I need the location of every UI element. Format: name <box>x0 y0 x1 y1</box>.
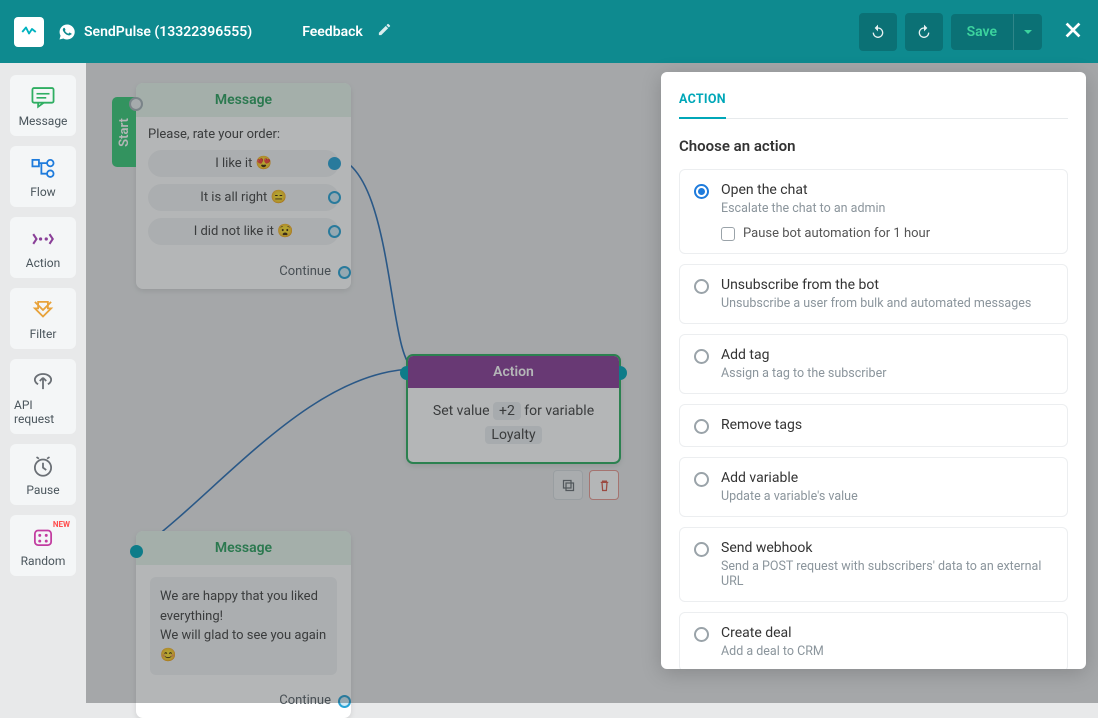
new-badge: NEW <box>53 520 70 529</box>
option-title: Unsubscribe from the bot <box>721 277 1053 293</box>
undo-button[interactable] <box>859 13 897 51</box>
message-option[interactable]: I like it 😍 <box>148 150 339 177</box>
action-option[interactable]: Send webhook Send a POST request with sub… <box>679 527 1068 602</box>
tool-label: Random <box>21 554 66 568</box>
input-port[interactable] <box>129 97 143 111</box>
redo-button[interactable] <box>905 13 943 51</box>
radio-icon[interactable] <box>694 279 709 294</box>
node-tools <box>553 470 619 500</box>
variable-chip: Loyalty <box>485 426 541 444</box>
message-node-2[interactable]: Message We are happy that you liked ever… <box>136 531 351 718</box>
checkbox-label: Pause bot automation for 1 hour <box>743 226 930 241</box>
account-name: SendPulse (13322396555) <box>84 24 252 40</box>
radio-icon[interactable] <box>694 419 709 434</box>
tool-action[interactable]: Action <box>10 217 76 278</box>
output-port[interactable] <box>328 225 341 238</box>
action-option[interactable]: Add tag Assign a tag to the subscriber <box>679 334 1068 394</box>
message-text: We are happy that you liked everything! … <box>150 577 337 675</box>
radio-icon[interactable] <box>694 349 709 364</box>
top-bar: SendPulse (13322396555) Feedback Save <box>0 0 1098 63</box>
radio-icon[interactable] <box>694 542 709 557</box>
option-title: Add tag <box>721 347 1053 363</box>
tool-label: Action <box>26 256 60 270</box>
option-title: Open the chat <box>721 182 1053 198</box>
element-toolbar: Message Flow Action Filter API request P… <box>0 63 86 703</box>
edit-name-icon[interactable] <box>377 22 392 41</box>
radio-icon[interactable] <box>694 472 709 487</box>
value-chip: +2 <box>493 402 521 420</box>
tool-pause[interactable]: Pause <box>10 444 76 505</box>
option-description: Update a variable's value <box>721 489 1053 504</box>
node-title: Message <box>136 531 351 565</box>
output-port[interactable] <box>338 266 351 279</box>
continue-label: Continue <box>136 258 351 289</box>
option-title: Send webhook <box>721 540 1053 556</box>
option-title: Create deal <box>721 625 1053 641</box>
option-title: Remove tags <box>721 417 1053 433</box>
flow-name: Feedback <box>302 24 363 40</box>
option-description: Unsubscribe a user from bulk and automat… <box>721 296 1053 311</box>
option-description: Assign a tag to the subscriber <box>721 366 1053 381</box>
option-description: Add a deal to CRM <box>721 644 1053 659</box>
whatsapp-icon <box>58 23 76 41</box>
action-body: Set value +2 for variable Loyalty <box>408 388 619 462</box>
action-side-panel: ACTION Choose an action Open the chat Esc… <box>661 72 1086 669</box>
option-description: Escalate the chat to an admin <box>721 201 1053 216</box>
option-title: Add variable <box>721 470 1053 486</box>
output-port[interactable] <box>328 191 341 204</box>
radio-icon[interactable] <box>694 184 709 199</box>
tool-label: Message <box>19 114 68 128</box>
save-button[interactable]: Save <box>951 14 1014 50</box>
close-button[interactable] <box>1062 19 1084 45</box>
tool-api-request[interactable]: API request <box>10 359 76 434</box>
tool-flow[interactable]: Flow <box>10 146 76 207</box>
duplicate-node-button[interactable] <box>553 470 583 500</box>
action-node[interactable]: Action Set value +2 for variable Loyalty <box>406 354 621 464</box>
output-port[interactable] <box>338 695 351 708</box>
action-option[interactable]: Unsubscribe from the bot Unsubscribe a us… <box>679 264 1068 324</box>
message-option[interactable]: It is all right 😑 <box>148 184 339 211</box>
tool-filter[interactable]: Filter <box>10 288 76 349</box>
output-port[interactable] <box>328 157 341 170</box>
save-button-group: Save <box>951 14 1042 50</box>
tool-random[interactable]: NEW Random <box>10 515 76 576</box>
panel-tab[interactable]: ACTION <box>679 92 726 119</box>
radio-icon[interactable] <box>694 627 709 642</box>
message-prompt: Please, rate your order: <box>148 127 339 142</box>
delete-node-button[interactable] <box>589 470 619 500</box>
tool-message[interactable]: Message <box>10 75 76 136</box>
app-logo <box>14 17 44 47</box>
action-option[interactable]: Add variable Update a variable's value <box>679 457 1068 517</box>
checkbox-icon[interactable] <box>721 227 735 241</box>
action-option[interactable]: Remove tags <box>679 404 1068 447</box>
action-option[interactable]: Create deal Add a deal to CRM <box>679 612 1068 669</box>
panel-title: Choose an action <box>679 137 1068 155</box>
save-dropdown-button[interactable] <box>1014 14 1042 50</box>
node-title: Action <box>408 356 619 388</box>
message-option[interactable]: I did not like it 😧 <box>148 218 339 245</box>
action-option[interactable]: Open the chat Escalate the chat to an adm… <box>679 169 1068 254</box>
pause-automation-checkbox[interactable]: Pause bot automation for 1 hour <box>721 226 1053 241</box>
tool-label: Pause <box>26 483 59 497</box>
tool-label: Flow <box>30 185 55 199</box>
message-node-1[interactable]: Start Message Please, rate your order: I… <box>136 83 351 289</box>
input-port[interactable] <box>130 545 143 558</box>
tool-label: Filter <box>30 327 57 341</box>
node-title: Message <box>136 83 351 117</box>
tool-label: API request <box>14 398 72 426</box>
option-description: Send a POST request with subscribers' da… <box>721 559 1053 589</box>
